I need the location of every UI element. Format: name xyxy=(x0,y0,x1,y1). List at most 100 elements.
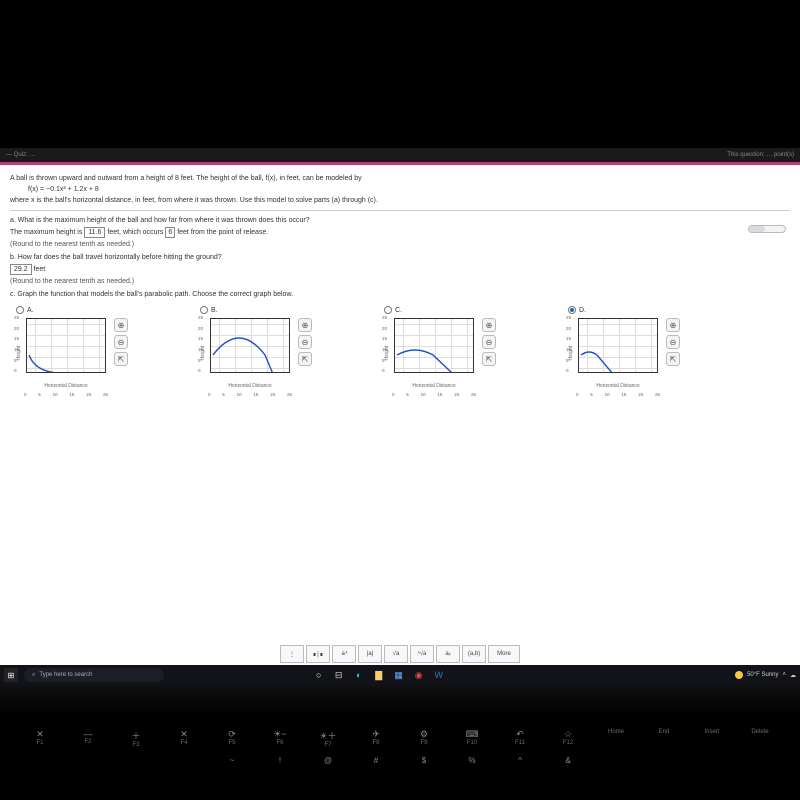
palette-button-8[interactable]: More xyxy=(488,645,520,663)
laptop-hinge xyxy=(0,685,800,715)
problem-equation: f(x) = −0.1x² + 1.2x + 8 xyxy=(28,186,790,193)
tray-chevron-icon[interactable]: ˄ xyxy=(782,672,786,678)
part-a-input-2[interactable]: 6 xyxy=(165,227,175,238)
taskbar-apps: ○ ⊟ ◐ ▇ ▦ ◉ W xyxy=(312,668,446,682)
part-a-note: (Round to the nearest tenth as needed.) xyxy=(10,241,790,248)
popout-icon[interactable]: ⇱ xyxy=(482,352,496,366)
graph-tools: ⊕ ⊖ ⇱ xyxy=(114,318,128,389)
radio-option-b[interactable] xyxy=(200,306,208,314)
palette-button-4[interactable]: √a xyxy=(384,645,408,663)
num-key: % xyxy=(457,756,487,765)
problem-intro: A ball is thrown upward and outward from… xyxy=(10,175,790,182)
part-a-question: a. What is the maximum height of the bal… xyxy=(10,217,790,224)
fn-key: ☀＋F7 xyxy=(313,729,343,748)
graph-options-row: A. Height 2520151050 0510152025 Horizont… xyxy=(10,306,790,389)
num-key: @ xyxy=(313,756,343,765)
graph-frame[interactable] xyxy=(210,318,290,373)
num-key: ! xyxy=(265,756,295,765)
palette-button-7[interactable]: (a,b) xyxy=(462,645,486,663)
zoom-out-icon[interactable]: ⊖ xyxy=(298,335,312,349)
graph-frame[interactable] xyxy=(578,318,658,373)
laptop-screen: — Quiz: … This question: … point(s) A ba… xyxy=(0,148,800,685)
graph-tools: ⊕ ⊖ ⇱ xyxy=(482,318,496,389)
fn-key: ⌨F10 xyxy=(457,729,487,748)
graph-x-ticks: 0510152025 xyxy=(24,392,108,397)
palette-button-6[interactable]: aₓ xyxy=(436,645,460,663)
photo-black-top xyxy=(0,0,800,148)
part-a-answer: The maximum height is 11.6 feet, which o… xyxy=(10,227,790,238)
num-key: # xyxy=(361,756,391,765)
part-a-pre: The maximum height is xyxy=(10,229,84,236)
num-key: ^ xyxy=(505,756,535,765)
radio-option-d[interactable] xyxy=(568,306,576,314)
part-b-answer: 29.2 feet xyxy=(10,264,790,275)
graph-y-ticks: 2520151050 xyxy=(382,316,387,374)
zoom-out-icon[interactable]: ⊖ xyxy=(666,335,680,349)
chrome-icon[interactable]: ◉ xyxy=(412,668,426,682)
graph-xlabel: Horizontal Distance xyxy=(578,383,658,389)
search-icon: ⌕ xyxy=(32,672,35,679)
zoom-in-icon[interactable]: ⊕ xyxy=(298,318,312,332)
zoom-out-icon[interactable]: ⊖ xyxy=(114,335,128,349)
part-c-question: c. Graph the function that models the ba… xyxy=(10,291,790,298)
palette-button-5[interactable]: ⁿ√a xyxy=(410,645,434,663)
math-palette: ⋮∎∣∎a ͯ|a|√aⁿ√aaₓ(a,b)More xyxy=(280,645,520,663)
num-key: ~ xyxy=(217,756,247,765)
fn-key: Delete xyxy=(745,729,775,748)
divider xyxy=(10,210,790,211)
fn-key: ✕F4 xyxy=(169,729,199,748)
graph-tools: ⊕ ⊖ ⇱ xyxy=(298,318,312,389)
task-view-icon[interactable]: ⊟ xyxy=(332,668,346,682)
fn-key: ＋F3 xyxy=(121,729,151,748)
palette-button-2[interactable]: a ͯ xyxy=(332,645,356,663)
tray-cloud-icon[interactable]: ☁ xyxy=(790,672,796,679)
cortana-icon[interactable]: ○ xyxy=(312,668,326,682)
zoom-in-icon[interactable]: ⊕ xyxy=(482,318,496,332)
graph-x-ticks: 0510152025 xyxy=(392,392,476,397)
zoom-in-icon[interactable]: ⊕ xyxy=(114,318,128,332)
graph-y-ticks: 2520151050 xyxy=(14,316,19,374)
search-placeholder: Type here to search xyxy=(39,672,92,678)
graph-xlabel: Horizontal Distance xyxy=(394,383,474,389)
popout-icon[interactable]: ⇱ xyxy=(298,352,312,366)
fn-key: ⚙F9 xyxy=(409,729,439,748)
graph-frame[interactable] xyxy=(394,318,474,373)
palette-button-3[interactable]: |a| xyxy=(358,645,382,663)
graph-tools: ⊕ ⊖ ⇱ xyxy=(666,318,680,389)
part-b-question: b. How far does the ball travel horizont… xyxy=(10,254,790,261)
explorer-icon[interactable]: ▇ xyxy=(372,668,386,682)
palette-button-1[interactable]: ∎∣∎ xyxy=(306,645,330,663)
fn-key: ✈F8 xyxy=(361,729,391,748)
fn-key-row: ✕F1—F2＋F3✕F4⟳F5☀−F6☀＋F7✈F8⚙F9⌨F10↶F11☆F1… xyxy=(0,715,800,754)
weather-icon xyxy=(735,671,743,679)
zoom-in-icon[interactable]: ⊕ xyxy=(666,318,680,332)
part-b-input[interactable]: 29.2 xyxy=(10,264,32,275)
app-icon-1[interactable]: ▦ xyxy=(392,668,406,682)
popout-icon[interactable]: ⇱ xyxy=(114,352,128,366)
fn-key: ✕F1 xyxy=(25,729,55,748)
popout-icon[interactable]: ⇱ xyxy=(666,352,680,366)
progress-indicator[interactable] xyxy=(748,225,786,233)
edge-icon[interactable]: ◐ xyxy=(352,668,366,682)
option-label: A. xyxy=(27,307,34,314)
start-button[interactable]: ⊞ xyxy=(4,668,18,682)
fn-key: ⟳F5 xyxy=(217,729,247,748)
zoom-out-icon[interactable]: ⊖ xyxy=(482,335,496,349)
palette-button-0[interactable]: ⋮ xyxy=(280,645,304,663)
graph-x-ticks: 0510152025 xyxy=(576,392,660,397)
graph-y-ticks: 2520151050 xyxy=(566,316,571,374)
weather-text[interactable]: 50°F Sunny xyxy=(747,672,778,678)
titlebar-left: — Quiz: … xyxy=(6,152,727,158)
radio-option-c[interactable] xyxy=(384,306,392,314)
problem-intro-2: where x is the ball's horizontal distanc… xyxy=(10,197,790,204)
fn-key: ☆F12 xyxy=(553,729,583,748)
num-key: & xyxy=(553,756,583,765)
graph-frame[interactable] xyxy=(26,318,106,373)
taskbar-search[interactable]: ⌕ Type here to search xyxy=(24,668,164,682)
word-icon[interactable]: W xyxy=(432,668,446,682)
option-label: C. xyxy=(395,307,402,314)
part-a-input-1[interactable]: 11.6 xyxy=(84,227,105,238)
fn-key: —F2 xyxy=(73,729,103,748)
radio-option-a[interactable] xyxy=(16,306,24,314)
windows-taskbar: ⊞ ⌕ Type here to search ○ ⊟ ◐ ▇ ▦ ◉ W 50… xyxy=(0,665,800,685)
